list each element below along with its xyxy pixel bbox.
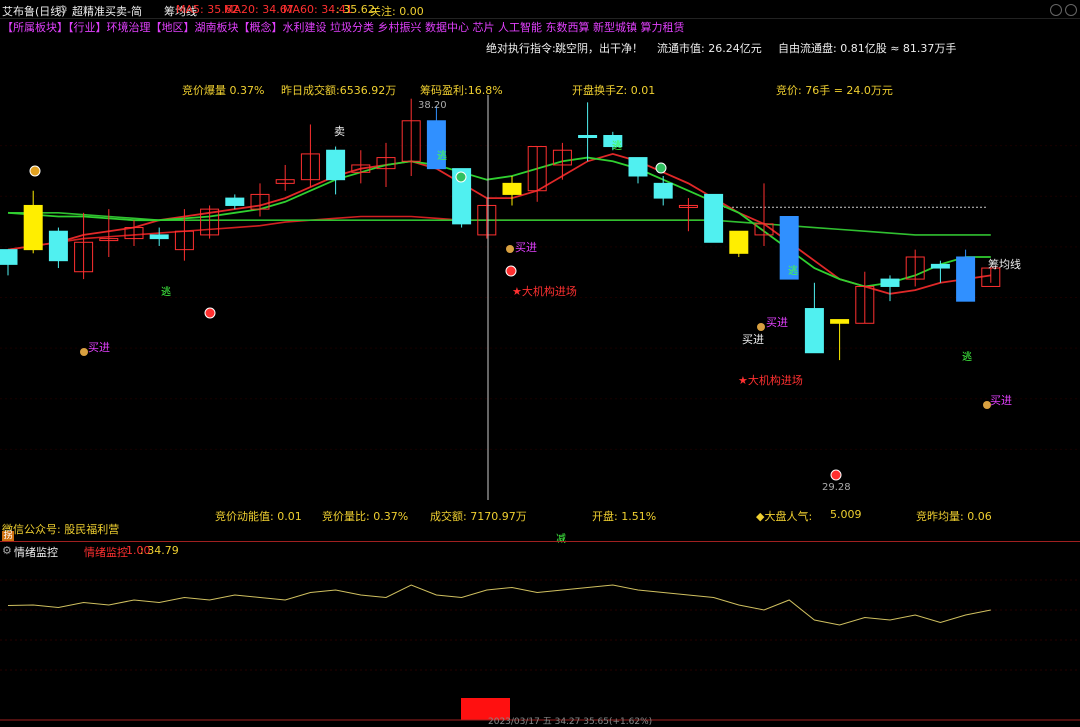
bottom-status: 2023/03/17 五 34.27 35.65(+1.62%) <box>488 717 653 727</box>
ma-long-green-line <box>8 212 991 236</box>
candle-body <box>704 193 724 243</box>
candle[interactable] <box>124 220 144 246</box>
candle[interactable] <box>48 227 68 269</box>
bid-ratio: 竞价量比: 0.37% <box>322 510 409 523</box>
candle-body <box>830 319 850 324</box>
candle[interactable] <box>477 198 497 239</box>
open-pct: 开盘: 1.51% <box>592 510 657 523</box>
sell-label: 卖 <box>334 125 345 138</box>
turnover: 成交额: 7170.97万 <box>430 510 527 523</box>
institution-enter-label: ★大机构进场 <box>512 285 577 298</box>
institution-enter-label: ★大机构进场 <box>738 374 803 387</box>
candle[interactable] <box>578 102 598 162</box>
chip-line-label: 筹均线 <box>988 258 1021 271</box>
candle[interactable] <box>275 164 295 191</box>
settings-icon[interactable]: ⚙ <box>58 3 68 16</box>
candle-body <box>653 182 673 199</box>
candle-body <box>930 263 950 269</box>
candle[interactable] <box>678 198 698 232</box>
candle[interactable] <box>250 183 270 217</box>
escape-label: 逃 <box>962 352 972 363</box>
escape-label: 逃 <box>788 266 798 277</box>
exec-label: 绝对执行指令: <box>486 42 556 55</box>
candle-body <box>149 234 169 240</box>
ma-long-red-line <box>7 215 714 251</box>
orange-signal-dot <box>29 165 41 177</box>
candle[interactable] <box>804 282 824 354</box>
ma-short-red-line <box>7 152 991 295</box>
candle[interactable] <box>704 193 724 243</box>
candle-body <box>23 204 43 251</box>
candle-body <box>729 230 749 254</box>
candle-body <box>326 149 346 181</box>
close-icon[interactable] <box>1065 4 1077 16</box>
panel-divider <box>0 541 1080 542</box>
title-bar: 艾布鲁(日线) ⚙ 超精准买卖-简 筹均线 MA5: 35.62 MA20: 3… <box>0 0 1080 19</box>
candle-body <box>956 256 976 302</box>
candle-body <box>804 308 824 354</box>
candle-body <box>48 230 68 262</box>
sector-tags: 【所属板块】【行业】环境治理【地区】湖南板块【概念】水利建设 垃圾分类 乡村振兴… <box>2 21 685 34</box>
sentiment-series-line <box>7 584 991 626</box>
candle[interactable] <box>351 150 371 184</box>
candle[interactable] <box>930 260 950 283</box>
reduce-label: 减 <box>556 534 566 545</box>
candle[interactable] <box>502 176 522 206</box>
exec-value: 跳空阴，出干净！ <box>555 42 643 55</box>
high-price-label: 38.20 <box>418 100 447 111</box>
buy-signal-label: 买进 <box>742 333 764 346</box>
collapse-icon[interactable] <box>1050 4 1062 16</box>
candle[interactable] <box>956 249 976 302</box>
money-bag-icon <box>506 245 514 253</box>
money-bag-icon <box>757 323 765 331</box>
low-price-label: 29.28 <box>822 482 851 493</box>
candle[interactable] <box>74 212 94 280</box>
red-signal-dot <box>204 307 216 319</box>
candle-body <box>578 135 598 138</box>
red-signal-dot <box>830 469 842 481</box>
wechat-info: 微信公众号: 股民福利营 <box>2 523 120 536</box>
sentiment-chart[interactable] <box>0 555 1080 723</box>
escape-label: 逃 <box>437 151 447 162</box>
float-market-value: 流通市值: 26.24亿元 <box>657 42 762 55</box>
candle[interactable] <box>200 205 220 239</box>
green-signal-dot <box>655 162 667 174</box>
escape-label: 逃 <box>612 141 622 152</box>
candle[interactable] <box>830 319 850 361</box>
candle[interactable] <box>552 142 572 180</box>
candle[interactable] <box>300 124 320 188</box>
candle[interactable] <box>23 190 43 254</box>
market-mood-value: 5.009 <box>830 508 862 521</box>
candle-body <box>628 157 648 177</box>
red-signal-dot <box>505 265 517 277</box>
candle-body <box>502 182 522 195</box>
buy-signal-label: 买进 <box>88 341 110 354</box>
candle[interactable] <box>729 230 749 257</box>
buy-signal-label: 买进 <box>515 241 537 254</box>
free-float: 自由流通盘: 0.81亿股 ≈ 81.37万手 <box>778 42 957 55</box>
candle[interactable] <box>376 142 396 188</box>
money-bag-icon <box>80 348 88 356</box>
candle[interactable] <box>326 146 346 195</box>
candle[interactable] <box>0 249 18 276</box>
market-mood-label: ◆大盘人气: <box>756 510 813 523</box>
bid-momentum: 竞价动能值: 0.01 <box>215 510 302 523</box>
buy-signal-label: 买进 <box>990 394 1012 407</box>
bid-avg-volume: 竞昨均量: 0.06 <box>916 510 992 523</box>
candle-body <box>0 249 18 265</box>
candle-body <box>880 278 900 287</box>
green-signal-dot <box>455 171 467 183</box>
candle-body <box>225 197 245 206</box>
escape-label: 逃 <box>161 287 171 298</box>
candle[interactable] <box>149 227 169 246</box>
indicator-name[interactable]: 超精准买卖-简 <box>72 3 142 19</box>
buy-signal-label: 买进 <box>766 316 788 329</box>
candle[interactable] <box>905 249 925 287</box>
follow-value: 关注: 0.00 <box>370 5 424 18</box>
current-value: : 35.62 <box>336 3 375 16</box>
candle[interactable] <box>653 176 673 206</box>
candle[interactable] <box>628 157 648 184</box>
stock-title[interactable]: 艾布鲁(日线) <box>2 3 66 19</box>
